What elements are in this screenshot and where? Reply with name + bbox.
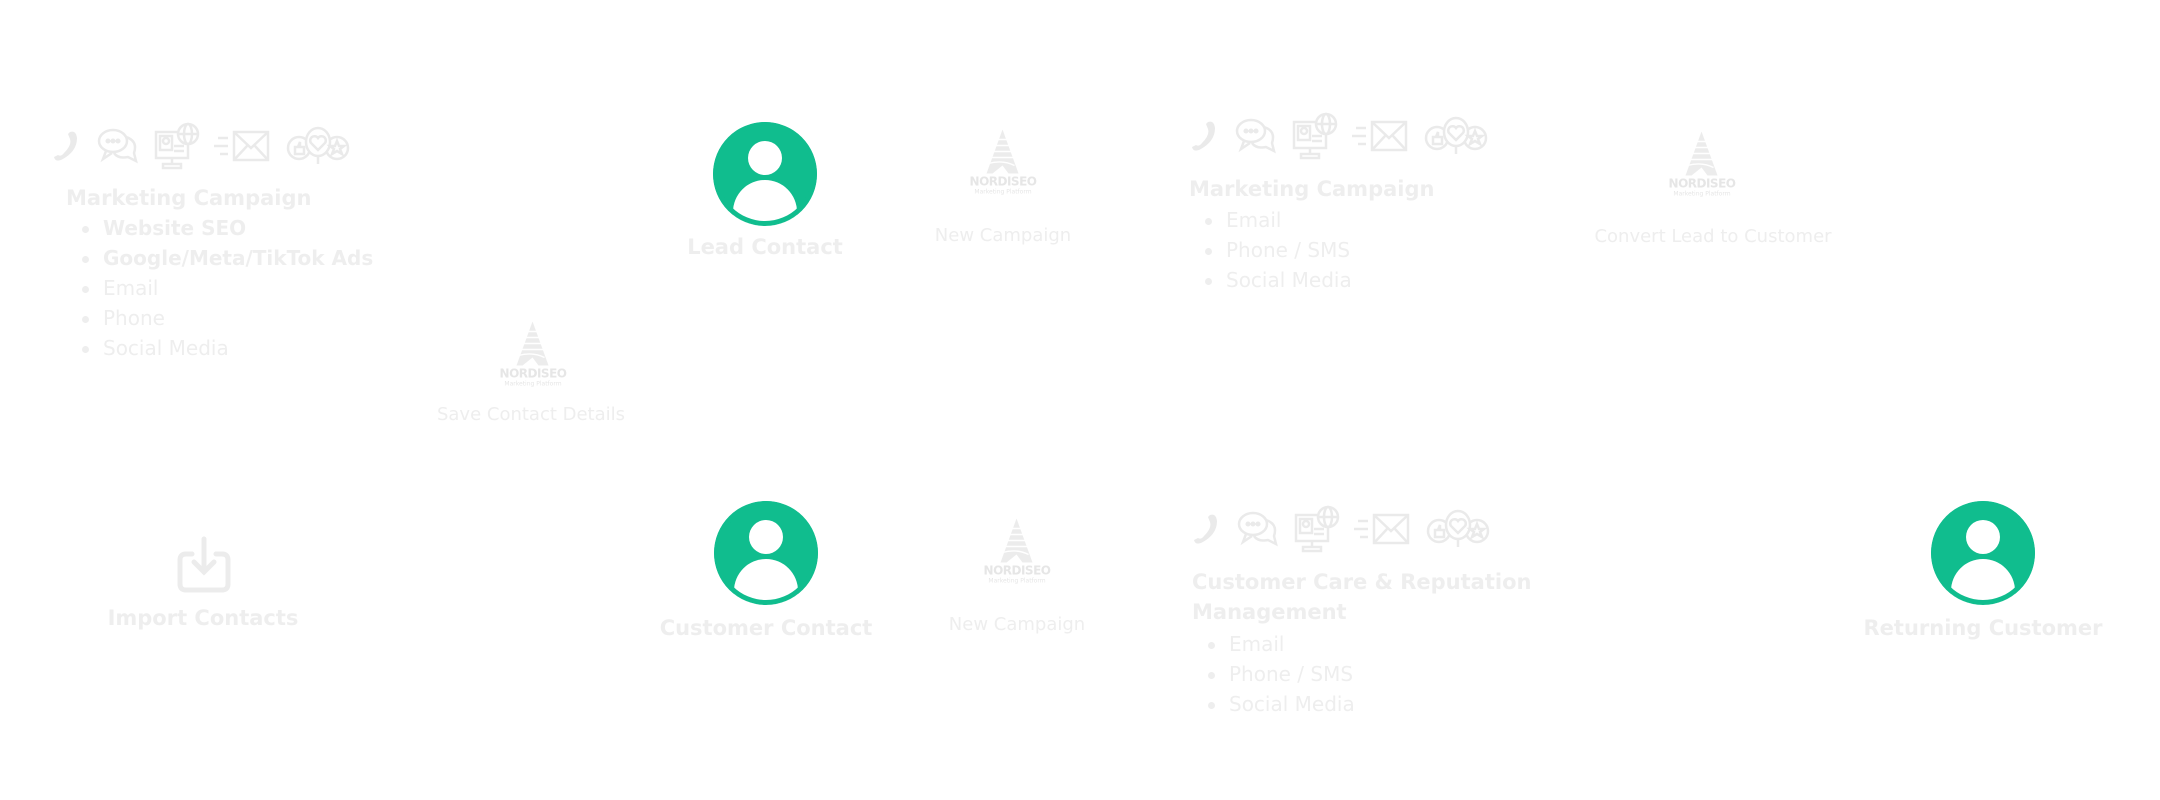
list-item: Email [1189, 205, 1352, 235]
phone-icon [1190, 511, 1222, 551]
email-icon [1354, 511, 1412, 551]
channel-icons-2 [1188, 112, 1488, 164]
save-contact-label: Save Contact Details [436, 404, 626, 425]
import-icon[interactable] [176, 536, 232, 594]
save-contact-logo[interactable]: NORDISEO Marketing Platform [499, 321, 567, 389]
campaign2-list: Email Phone / SMS Social Media [1189, 205, 1352, 295]
new-campaign-2-label: New Campaign [948, 614, 1086, 635]
chat-icon [1236, 510, 1280, 552]
convert-label: Convert Lead to Customer [1594, 226, 1832, 247]
channel-icons-3 [1190, 505, 1490, 557]
import-contacts-label: Import Contacts [107, 606, 299, 630]
chat-icon [96, 127, 140, 169]
reviews-icon [1426, 509, 1490, 553]
campaign1-title: Marketing Campaign [66, 186, 312, 210]
logo-tagline: Marketing Platform [988, 577, 1046, 585]
logo-name: NORDISEO [969, 174, 1037, 189]
list-item: Social Media [1189, 265, 1352, 295]
returning-customer-label: Returning Customer [1863, 616, 2103, 640]
nordiseo-logo-icon [516, 321, 549, 366]
logo-name: NORDISEO [499, 366, 567, 381]
nordiseo-logo-icon [986, 129, 1019, 174]
list-item: Google/Meta/TikTok Ads [66, 243, 373, 273]
nordiseo-logo-icon [1000, 518, 1033, 563]
new-campaign-1-logo[interactable]: NORDISEO Marketing Platform [969, 129, 1037, 197]
list-item: Social Media [1192, 689, 1355, 719]
list-item: Phone / SMS [1192, 659, 1355, 689]
campaign3-title-line2: Management [1192, 600, 1347, 624]
convert-logo[interactable]: NORDISEO Marketing Platform [1668, 131, 1736, 199]
list-item: Phone / SMS [1189, 235, 1352, 265]
channel-icons-1 [50, 122, 350, 174]
lead-contact-label: Lead Contact [687, 235, 843, 259]
chat-icon [1234, 117, 1278, 159]
web-monitor-icon [1294, 505, 1340, 557]
phone-icon [50, 128, 82, 168]
list-item: Email [66, 273, 373, 303]
web-monitor-icon [1292, 112, 1338, 164]
list-item: Email [1192, 629, 1355, 659]
new-campaign-1-label: New Campaign [934, 225, 1072, 246]
new-campaign-2-logo[interactable]: NORDISEO Marketing Platform [983, 518, 1051, 586]
email-icon [214, 128, 272, 168]
reviews-icon [1424, 116, 1488, 160]
list-item: Website SEO [66, 213, 373, 243]
customer-contact-avatar[interactable] [714, 501, 818, 605]
campaign2-title: Marketing Campaign [1189, 177, 1435, 201]
list-item: Social Media [66, 333, 373, 363]
logo-name: NORDISEO [1668, 176, 1736, 191]
campaign3-title: Customer Care & Reputation Management [1192, 567, 1531, 627]
list-item: Phone [66, 303, 373, 333]
customer-contact-label: Customer Contact [659, 616, 873, 640]
nordiseo-logo-icon [1685, 131, 1718, 176]
returning-customer-avatar[interactable] [1931, 501, 2035, 605]
logo-tagline: Marketing Platform [974, 188, 1032, 196]
campaign3-list: Email Phone / SMS Social Media [1192, 629, 1355, 719]
logo-tagline: Marketing Platform [1673, 190, 1731, 198]
email-icon [1352, 118, 1410, 158]
campaign3-title-line1: Customer Care & Reputation [1192, 570, 1532, 594]
phone-icon [1188, 118, 1220, 158]
logo-name: NORDISEO [983, 563, 1051, 578]
campaign1-list: Website SEO Google/Meta/TikTok Ads Email… [66, 213, 373, 363]
logo-tagline: Marketing Platform [504, 380, 562, 388]
web-monitor-icon [154, 122, 200, 174]
reviews-icon [286, 126, 350, 170]
lead-contact-avatar[interactable] [713, 122, 817, 226]
